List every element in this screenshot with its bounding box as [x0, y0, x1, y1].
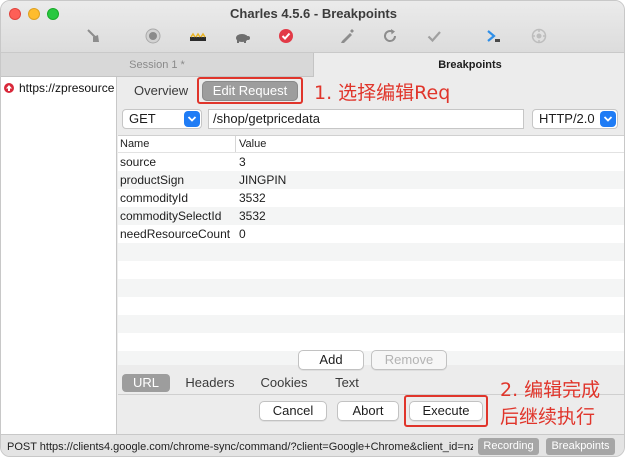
annotation-step-2-line2: 后继续执行 — [500, 406, 596, 428]
chevron-down-icon — [184, 111, 200, 127]
tab-cookies[interactable]: Cookies — [254, 374, 314, 392]
empty-row — [118, 261, 624, 279]
annotation-highlight-edit-request — [197, 77, 303, 104]
table-row[interactable]: productSign JINGPIN — [118, 171, 624, 189]
tab-session[interactable]: Session 1 * — [1, 53, 313, 77]
annotation-highlight-execute — [404, 395, 488, 427]
status-bar: POST https://clients4.google.com/chrome-… — [1, 434, 624, 456]
sidebar-item-label: https://zpresource — [19, 81, 115, 95]
chevron-down-icon — [600, 111, 616, 127]
empty-row — [118, 315, 624, 333]
tab-overview[interactable]: Overview — [134, 81, 188, 101]
empty-row — [118, 297, 624, 315]
tab-text[interactable]: Text — [326, 374, 368, 392]
param-name: productSign — [120, 173, 185, 187]
title-bar: Charles 4.5.6 - Breakpoints — [1, 1, 624, 53]
tab-breakpoints[interactable]: Breakpoints — [313, 53, 624, 77]
settings-icon[interactable] — [530, 27, 548, 45]
turtle-icon[interactable] — [233, 27, 251, 45]
method-value: GET — [129, 111, 156, 126]
column-header-name: Name — [120, 138, 150, 150]
params-table: Name Value source 3 productSign JINGPIN … — [118, 135, 624, 365]
column-divider — [235, 136, 236, 152]
param-value: 3 — [239, 155, 246, 169]
table-row[interactable]: source 3 — [118, 153, 624, 171]
record-icon[interactable] — [144, 27, 162, 45]
app-window: Charles 4.5.6 - Breakpoints Session 1 * … — [0, 0, 625, 457]
param-name: source — [120, 155, 157, 169]
empty-row — [118, 279, 624, 297]
annotation-step-2-line1: 2. 编辑完成 — [500, 379, 601, 401]
abort-button[interactable]: Abort — [337, 401, 399, 421]
param-name: needResourceCount — [120, 227, 231, 241]
breakpoint-icon[interactable] — [277, 27, 295, 45]
upload-arrow-icon — [4, 83, 14, 93]
status-text: POST https://clients4.google.com/chrome-… — [7, 441, 473, 453]
annotation-step-1: 1. 选择编辑Req — [314, 82, 451, 104]
protocol-value: HTTP/2.0 — [539, 111, 595, 126]
column-header-value: Value — [239, 138, 267, 150]
request-sidebar: https://zpresource — [1, 77, 117, 434]
breakpoint-editor: Overview Edit Request 1. 选择编辑Req GET /sh… — [118, 77, 624, 434]
breakpoints-status-button[interactable]: Breakpoints — [546, 438, 615, 455]
param-name: commoditySelectId — [120, 209, 222, 223]
throttle-icon[interactable] — [189, 27, 207, 45]
window-title: Charles 4.5.6 - Breakpoints — [230, 6, 397, 21]
add-button[interactable]: Add — [298, 350, 364, 370]
pen-icon[interactable] — [338, 27, 356, 45]
table-row[interactable]: needResourceCount 0 — [118, 225, 624, 243]
path-field[interactable]: /shop/getpricedata — [208, 109, 524, 129]
empty-row — [118, 333, 624, 351]
remove-button[interactable]: Remove — [371, 350, 447, 370]
sidebar-item-request[interactable]: https://zpresource — [1, 80, 117, 96]
param-value: JINGPIN — [239, 173, 287, 187]
session-tab-bar: Session 1 * Breakpoints — [1, 53, 624, 77]
method-select[interactable]: GET — [122, 109, 202, 129]
table-row[interactable]: commoditySelectId 3532 — [118, 207, 624, 225]
param-value: 3532 — [239, 191, 266, 205]
empty-row — [118, 243, 624, 261]
tools-icon[interactable] — [485, 27, 503, 45]
recording-button[interactable]: Recording — [478, 438, 539, 455]
table-row[interactable]: commodityId 3532 — [118, 189, 624, 207]
param-value: 0 — [239, 227, 246, 241]
protocol-select[interactable]: HTTP/2.0 — [532, 109, 618, 129]
tab-headers[interactable]: Headers — [180, 374, 240, 392]
param-value: 3532 — [239, 209, 266, 223]
cancel-button[interactable]: Cancel — [259, 401, 327, 421]
broom-icon[interactable] — [84, 27, 102, 45]
refresh-icon[interactable] — [381, 27, 399, 45]
check-icon[interactable] — [425, 27, 443, 45]
param-name: commodityId — [120, 191, 189, 205]
tab-url[interactable]: URL — [122, 374, 170, 392]
